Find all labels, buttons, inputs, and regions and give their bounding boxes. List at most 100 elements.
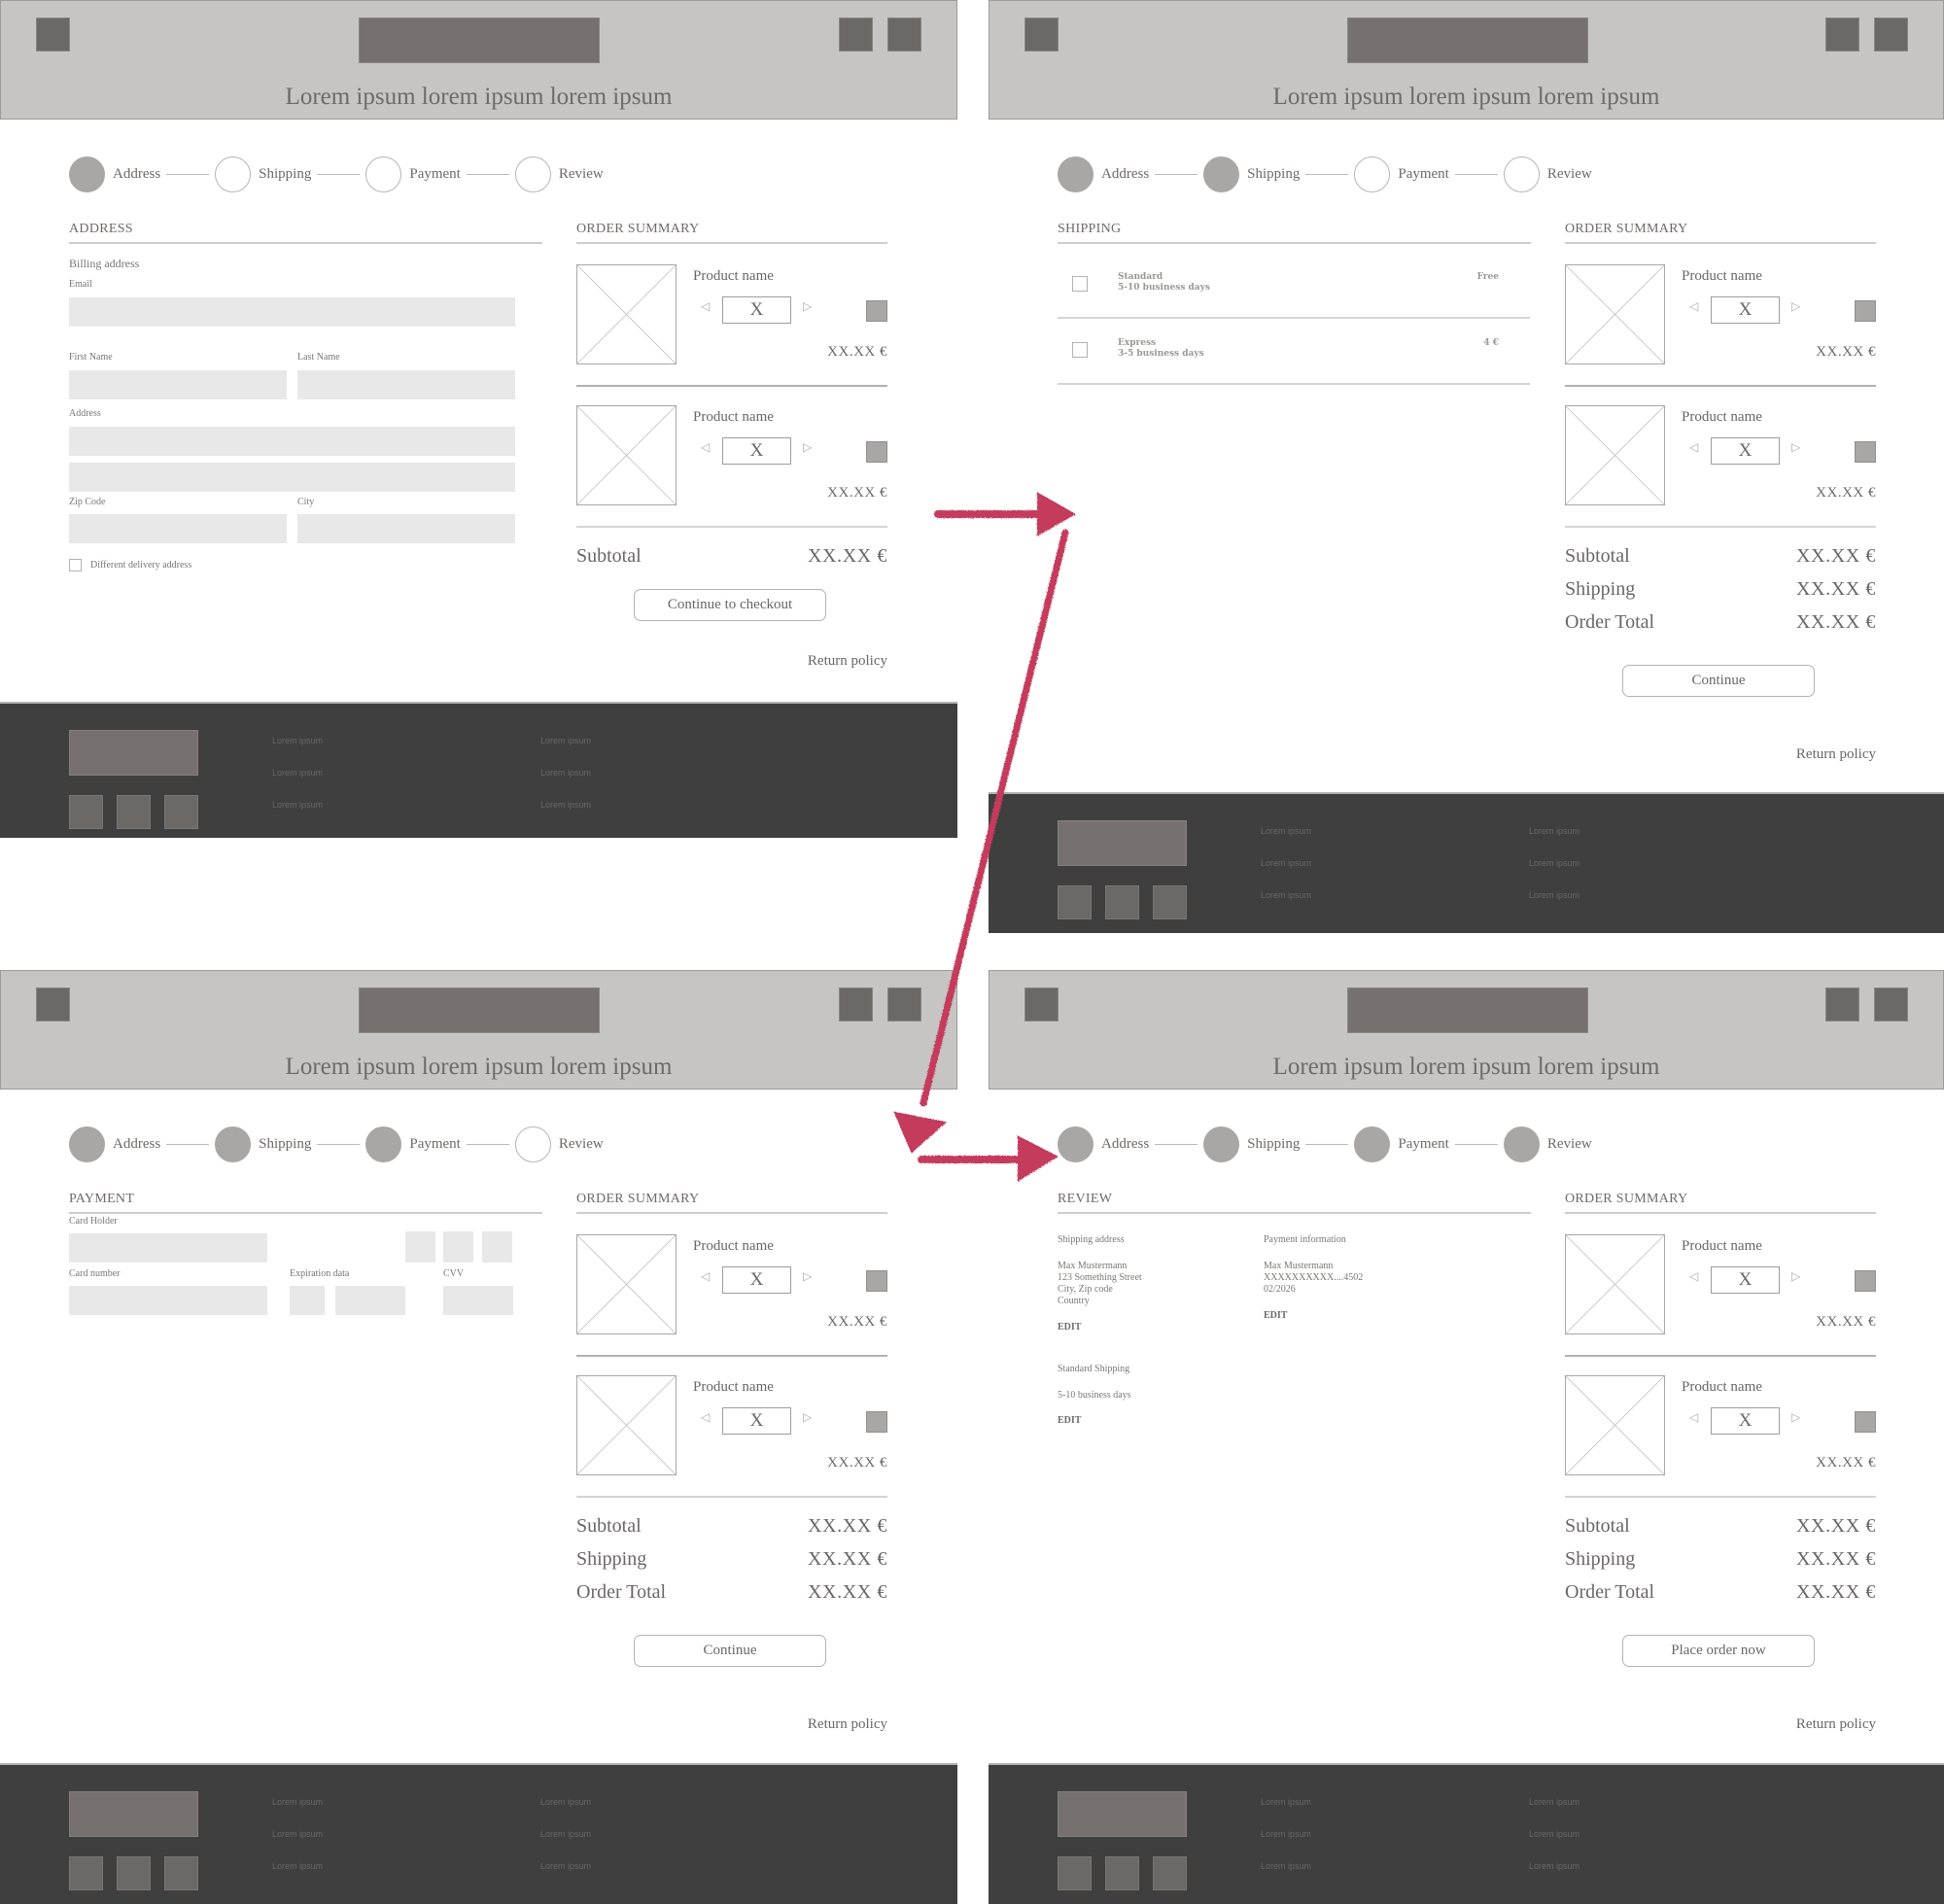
logo[interactable]: [359, 17, 600, 63]
menu-icon[interactable]: [1024, 17, 1059, 52]
step-payment[interactable]: Payment: [1354, 1125, 1449, 1162]
footer-link[interactable]: Lorem ipsum: [272, 736, 323, 745]
footer-link[interactable]: Lorem ipsum: [272, 768, 323, 778]
footer-link[interactable]: Lorem ipsum: [540, 1829, 591, 1839]
card-type-option-icon[interactable]: [443, 1231, 473, 1263]
continue-button[interactable]: Continue: [1622, 665, 1815, 697]
account-icon[interactable]: [1825, 17, 1859, 52]
expiration-year-input[interactable]: [335, 1286, 405, 1315]
footer-link[interactable]: Lorem ipsum: [1261, 1861, 1311, 1871]
quantity-input[interactable]: X: [1711, 1407, 1780, 1435]
edit-shipping-address-link[interactable]: EDIT: [1058, 1322, 1081, 1333]
step-address[interactable]: Address: [69, 1125, 160, 1162]
footer-link[interactable]: Lorem ipsum: [1529, 1861, 1580, 1871]
city-input[interactable]: [297, 514, 515, 543]
step-payment[interactable]: Payment: [1354, 156, 1449, 192]
edit-shipping-method-link[interactable]: EDIT: [1058, 1415, 1081, 1426]
footer-link[interactable]: Lorem ipsum: [272, 1797, 323, 1807]
footer-link[interactable]: Lorem ipsum: [1261, 1829, 1311, 1839]
cart-icon[interactable]: [1874, 987, 1908, 1021]
footer-logo[interactable]: [1058, 1791, 1187, 1837]
social-icon[interactable]: [1105, 1856, 1139, 1890]
decrease-quantity-icon[interactable]: ◁: [701, 440, 712, 454]
email-input[interactable]: [69, 297, 515, 327]
place-order-button[interactable]: Place order now: [1622, 1635, 1815, 1667]
increase-quantity-icon[interactable]: ▷: [1791, 440, 1803, 454]
decrease-quantity-icon[interactable]: ◁: [701, 1269, 712, 1283]
step-address[interactable]: Address: [1058, 1125, 1149, 1162]
logo[interactable]: [1347, 17, 1588, 63]
remove-item-icon[interactable]: [866, 1270, 887, 1292]
step-review[interactable]: Review: [1503, 156, 1592, 192]
quantity-input[interactable]: X: [722, 1266, 791, 1294]
return-policy-link[interactable]: Return policy: [1796, 746, 1876, 763]
account-icon[interactable]: [1825, 987, 1859, 1021]
footer-link[interactable]: Lorem ipsum: [1529, 858, 1580, 868]
footer-link[interactable]: Lorem ipsum: [1261, 890, 1311, 900]
footer-link[interactable]: Lorem ipsum: [1261, 858, 1311, 868]
quantity-input[interactable]: X: [722, 437, 791, 465]
address-input[interactable]: [69, 427, 515, 456]
step-review[interactable]: Review: [514, 1125, 604, 1162]
social-icon[interactable]: [164, 1856, 198, 1890]
footer-logo[interactable]: [69, 730, 198, 776]
quantity-input[interactable]: X: [722, 1407, 791, 1435]
increase-quantity-icon[interactable]: ▷: [803, 440, 815, 454]
menu-icon[interactable]: [36, 17, 70, 52]
menu-icon[interactable]: [36, 987, 70, 1021]
different-delivery-checkbox[interactable]: [69, 559, 82, 571]
increase-quantity-icon[interactable]: ▷: [803, 299, 815, 313]
return-policy-link[interactable]: Return policy: [1796, 1716, 1876, 1733]
increase-quantity-icon[interactable]: ▷: [1791, 1269, 1803, 1283]
footer-logo[interactable]: [69, 1791, 198, 1837]
step-payment[interactable]: Payment: [365, 156, 461, 192]
remove-item-icon[interactable]: [866, 441, 887, 463]
zip-code-input[interactable]: [69, 514, 287, 543]
cvv-input[interactable]: [443, 1286, 513, 1315]
footer-link[interactable]: Lorem ipsum: [272, 1861, 323, 1871]
footer-link[interactable]: Lorem ipsum: [540, 800, 591, 810]
step-shipping[interactable]: Shipping: [1203, 1125, 1300, 1162]
footer-link[interactable]: Lorem ipsum: [540, 768, 591, 778]
footer-link[interactable]: Lorem ipsum: [540, 1797, 591, 1807]
remove-item-icon[interactable]: [866, 300, 887, 322]
logo[interactable]: [1347, 987, 1588, 1033]
social-icon[interactable]: [1058, 885, 1092, 919]
card-holder-input[interactable]: [69, 1233, 267, 1263]
card-type-option-icon[interactable]: [482, 1231, 512, 1263]
footer-link[interactable]: Lorem ipsum: [272, 1829, 323, 1839]
shipping-option-checkbox[interactable]: [1072, 276, 1088, 292]
footer-link[interactable]: Lorem ipsum: [1261, 1797, 1311, 1807]
first-name-input[interactable]: [69, 370, 287, 399]
card-type-option-icon[interactable]: [405, 1231, 435, 1263]
shipping-option[interactable]: Standard 5-10 business days Free: [1058, 253, 1530, 319]
account-icon[interactable]: [839, 17, 873, 52]
increase-quantity-icon[interactable]: ▷: [1791, 299, 1803, 313]
address-line2-input[interactable]: [69, 463, 515, 492]
step-payment[interactable]: Payment: [365, 1125, 461, 1162]
quantity-input[interactable]: X: [1711, 437, 1780, 465]
footer-link[interactable]: Lorem ipsum: [1529, 826, 1580, 836]
quantity-input[interactable]: X: [1711, 1266, 1780, 1294]
return-policy-link[interactable]: Return policy: [808, 653, 887, 670]
footer-link[interactable]: Lorem ipsum: [1529, 1829, 1580, 1839]
increase-quantity-icon[interactable]: ▷: [803, 1269, 815, 1283]
remove-item-icon[interactable]: [866, 1411, 887, 1433]
decrease-quantity-icon[interactable]: ◁: [1689, 299, 1701, 313]
increase-quantity-icon[interactable]: ▷: [803, 1410, 815, 1424]
continue-to-checkout-button[interactable]: Continue to checkout: [634, 589, 826, 621]
decrease-quantity-icon[interactable]: ◁: [701, 299, 712, 313]
decrease-quantity-icon[interactable]: ◁: [1689, 1269, 1701, 1283]
cart-icon[interactable]: [887, 17, 921, 52]
social-icon[interactable]: [1153, 1856, 1187, 1890]
step-shipping[interactable]: Shipping: [1203, 156, 1300, 192]
increase-quantity-icon[interactable]: ▷: [1791, 1410, 1803, 1424]
logo[interactable]: [359, 987, 600, 1033]
social-icon[interactable]: [117, 1856, 151, 1890]
social-icon[interactable]: [117, 795, 151, 829]
menu-icon[interactable]: [1024, 987, 1059, 1021]
social-icon[interactable]: [164, 795, 198, 829]
last-name-input[interactable]: [297, 370, 515, 399]
social-icon[interactable]: [1105, 885, 1139, 919]
footer-link[interactable]: Lorem ipsum: [1529, 1797, 1580, 1807]
